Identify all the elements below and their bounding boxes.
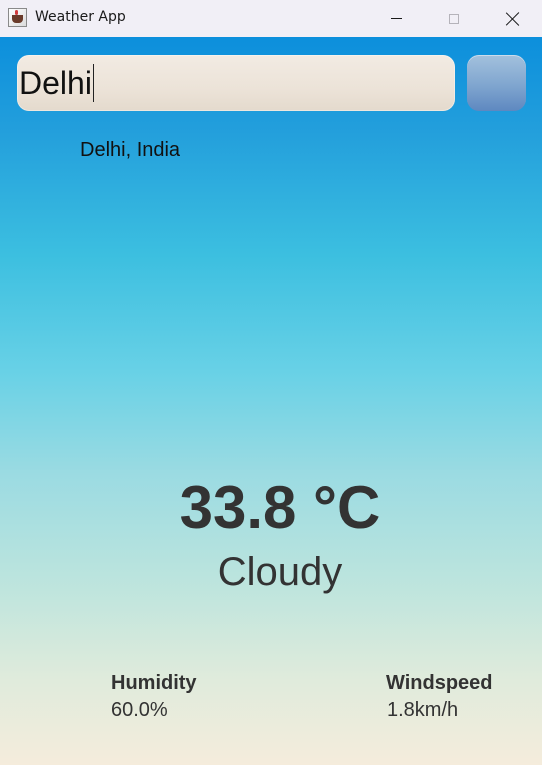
close-icon xyxy=(506,12,520,26)
city-search-input[interactable]: Delhi xyxy=(17,55,455,111)
minimize-icon xyxy=(390,18,402,19)
title-bar: Weather App xyxy=(0,0,542,37)
search-button[interactable] xyxy=(467,55,526,111)
temperature-value: 33.8 °C xyxy=(179,474,381,541)
location-label: Delhi, India xyxy=(80,139,181,161)
windspeed-value: 1.8km/h xyxy=(387,699,459,721)
text-caret xyxy=(92,64,95,102)
weather-condition: Cloudy xyxy=(217,550,343,594)
weather-app-window: Weather App Delhi Delhi, India 33.8 °C C… xyxy=(0,0,542,765)
minimize-button[interactable] xyxy=(367,0,425,37)
humidity-label: Humidity xyxy=(111,672,197,694)
maximize-icon xyxy=(449,13,459,24)
window-title: Weather App xyxy=(35,9,126,25)
close-button[interactable] xyxy=(484,0,542,37)
coffee-cup-icon xyxy=(8,8,27,27)
humidity-value: 60.0% xyxy=(111,699,168,721)
maximize-button[interactable] xyxy=(425,0,483,37)
windspeed-label: Windspeed xyxy=(386,672,493,694)
weather-panel: Delhi Delhi, India 33.8 °C Cloudy Humidi… xyxy=(0,37,542,765)
cloudy-icon xyxy=(130,182,410,472)
city-search-text: Delhi xyxy=(19,64,92,101)
